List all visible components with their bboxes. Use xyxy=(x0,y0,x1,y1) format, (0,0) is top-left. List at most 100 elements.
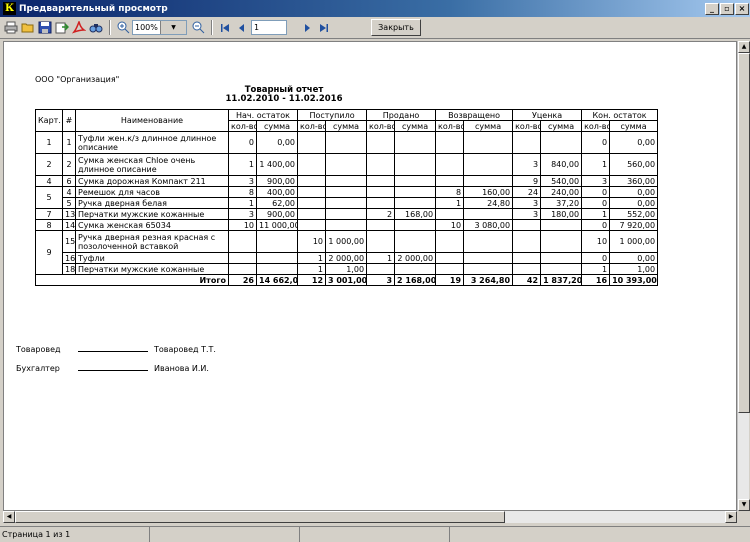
open-icon[interactable] xyxy=(20,20,35,35)
report-title-block: Товарный отчет 11.02.2010 - 11.02.2016 xyxy=(204,86,364,104)
row-qty xyxy=(512,131,542,154)
total-sum: 2 168,00 xyxy=(394,274,437,286)
row-qty xyxy=(512,252,542,264)
row-qty: 3 xyxy=(228,175,257,187)
row-card: 5 xyxy=(35,186,63,209)
zoom-select[interactable]: 100% ▼ xyxy=(132,20,187,35)
row-card: 8 xyxy=(35,219,63,231)
close-preview-button[interactable]: Закрыть xyxy=(371,19,421,36)
vertical-scroll-thumb[interactable] xyxy=(738,53,750,413)
row-sum: 552,00 xyxy=(609,208,659,220)
pdf-icon[interactable] xyxy=(71,20,86,35)
row-card: 1 xyxy=(35,131,63,154)
header-group: Возвращено xyxy=(435,109,514,121)
row-sum xyxy=(394,153,437,176)
horizontal-scroll-thumb[interactable] xyxy=(15,511,505,523)
print-icon[interactable] xyxy=(3,20,18,35)
row-qty: 10 xyxy=(228,219,257,231)
scroll-down-icon[interactable]: ▼ xyxy=(738,499,750,511)
status-cell xyxy=(300,527,450,542)
total-row: Итого2614 662,00123 001,0032 168,00193 2… xyxy=(35,274,659,286)
table-row: 4 6 Сумка дорожная Компакт 211 3 900,00 9 540,… xyxy=(35,175,659,187)
total-sum: 10 393,00 xyxy=(609,274,659,286)
row-qty: 0 xyxy=(581,131,611,154)
scroll-up-icon[interactable]: ▲ xyxy=(738,41,750,53)
last-page-icon[interactable] xyxy=(316,20,331,35)
row-name: Сумка женская 65034 xyxy=(75,219,229,231)
row-qty xyxy=(435,175,465,187)
row-qty: 1 xyxy=(228,153,257,176)
row-name: Сумка женская Chloe очень длинное описан… xyxy=(75,153,229,176)
row-qty xyxy=(435,153,465,176)
zoom-in-icon[interactable] xyxy=(115,20,130,35)
signature-line xyxy=(78,344,148,352)
row-qty xyxy=(366,175,396,187)
app-icon: К xyxy=(3,2,16,15)
row-qty xyxy=(512,230,542,253)
row-qty: 0 xyxy=(581,186,611,198)
row-qty: 1 xyxy=(435,197,465,209)
find-icon[interactable] xyxy=(88,20,103,35)
row-sum xyxy=(463,131,514,154)
first-page-icon[interactable] xyxy=(217,20,232,35)
close-window-button[interactable]: × xyxy=(735,2,749,15)
row-sum: 3 080,00 xyxy=(463,219,514,231)
row-sum xyxy=(325,186,368,198)
row-qty xyxy=(366,219,396,231)
row-sum: 0,00 xyxy=(609,197,659,209)
row-sum xyxy=(394,263,437,275)
row-sum: 360,00 xyxy=(609,175,659,187)
row-sum: 1 000,00 xyxy=(325,230,368,253)
total-qty: 19 xyxy=(435,274,465,286)
vertical-scrollbar[interactable]: ▲ ▼ xyxy=(737,41,750,511)
row-sum xyxy=(540,219,583,231)
export-icon[interactable] xyxy=(54,20,69,35)
title-bar: К Предварительный просмотр _ ▫ × xyxy=(0,0,750,17)
row-sum: 900,00 xyxy=(255,208,299,220)
total-qty: 12 xyxy=(297,274,327,286)
header-sum: сумма xyxy=(325,120,368,132)
row-qty xyxy=(366,263,396,275)
row-sum xyxy=(540,131,583,154)
total-sum: 3 264,80 xyxy=(463,274,514,286)
prev-page-icon[interactable] xyxy=(234,20,249,35)
row-qty xyxy=(366,131,396,154)
row-card: 9 xyxy=(35,230,63,275)
row-num: 15 xyxy=(62,230,76,253)
save-icon[interactable] xyxy=(37,20,52,35)
row-qty: 1 xyxy=(581,263,611,275)
maximize-button[interactable]: ▫ xyxy=(720,2,734,15)
row-name: Туфли жен.к/з длинное длинное описание xyxy=(75,131,229,154)
row-num: 1 xyxy=(62,131,76,154)
row-qty xyxy=(297,131,327,154)
row-card: 4 xyxy=(35,175,63,187)
row-sum: 180,00 xyxy=(540,208,583,220)
row-name: Сумка дорожная Компакт 211 xyxy=(75,175,229,187)
row-qty xyxy=(366,230,396,253)
status-bar: Страница 1 из 1 xyxy=(0,526,750,542)
row-num: 2 xyxy=(62,153,76,176)
row-qty xyxy=(228,230,257,253)
row-sum: 62,00 xyxy=(255,197,299,209)
row-qty: 1 xyxy=(366,252,396,264)
scroll-left-icon[interactable]: ◀ xyxy=(3,511,15,523)
scroll-right-icon[interactable]: ▶ xyxy=(725,511,737,523)
row-qty: 1 xyxy=(228,197,257,209)
row-sum: 240,00 xyxy=(540,186,583,198)
minimize-button[interactable]: _ xyxy=(705,2,719,15)
horizontal-scrollbar[interactable]: ◀ ▶ xyxy=(3,511,737,523)
row-sum: 24,80 xyxy=(463,197,514,209)
page-number-input[interactable]: 1 xyxy=(251,20,287,35)
total-qty: 16 xyxy=(581,274,611,286)
status-cell xyxy=(450,527,750,542)
table-row: 9 15 Ручка дверная резная красная с позоло… xyxy=(35,230,659,275)
chevron-down-icon[interactable]: ▼ xyxy=(160,21,186,34)
row-sum xyxy=(325,219,368,231)
zoom-out-icon[interactable] xyxy=(190,20,205,35)
signature-merchandiser: Товаровед Товаровед Т.Т. xyxy=(16,344,216,354)
window-title: Предварительный просмотр xyxy=(19,3,168,14)
header-card: Карт. xyxy=(35,109,63,132)
row-qty: 10 xyxy=(581,230,611,253)
row-num: 16 xyxy=(62,252,76,264)
next-page-icon[interactable] xyxy=(299,20,314,35)
